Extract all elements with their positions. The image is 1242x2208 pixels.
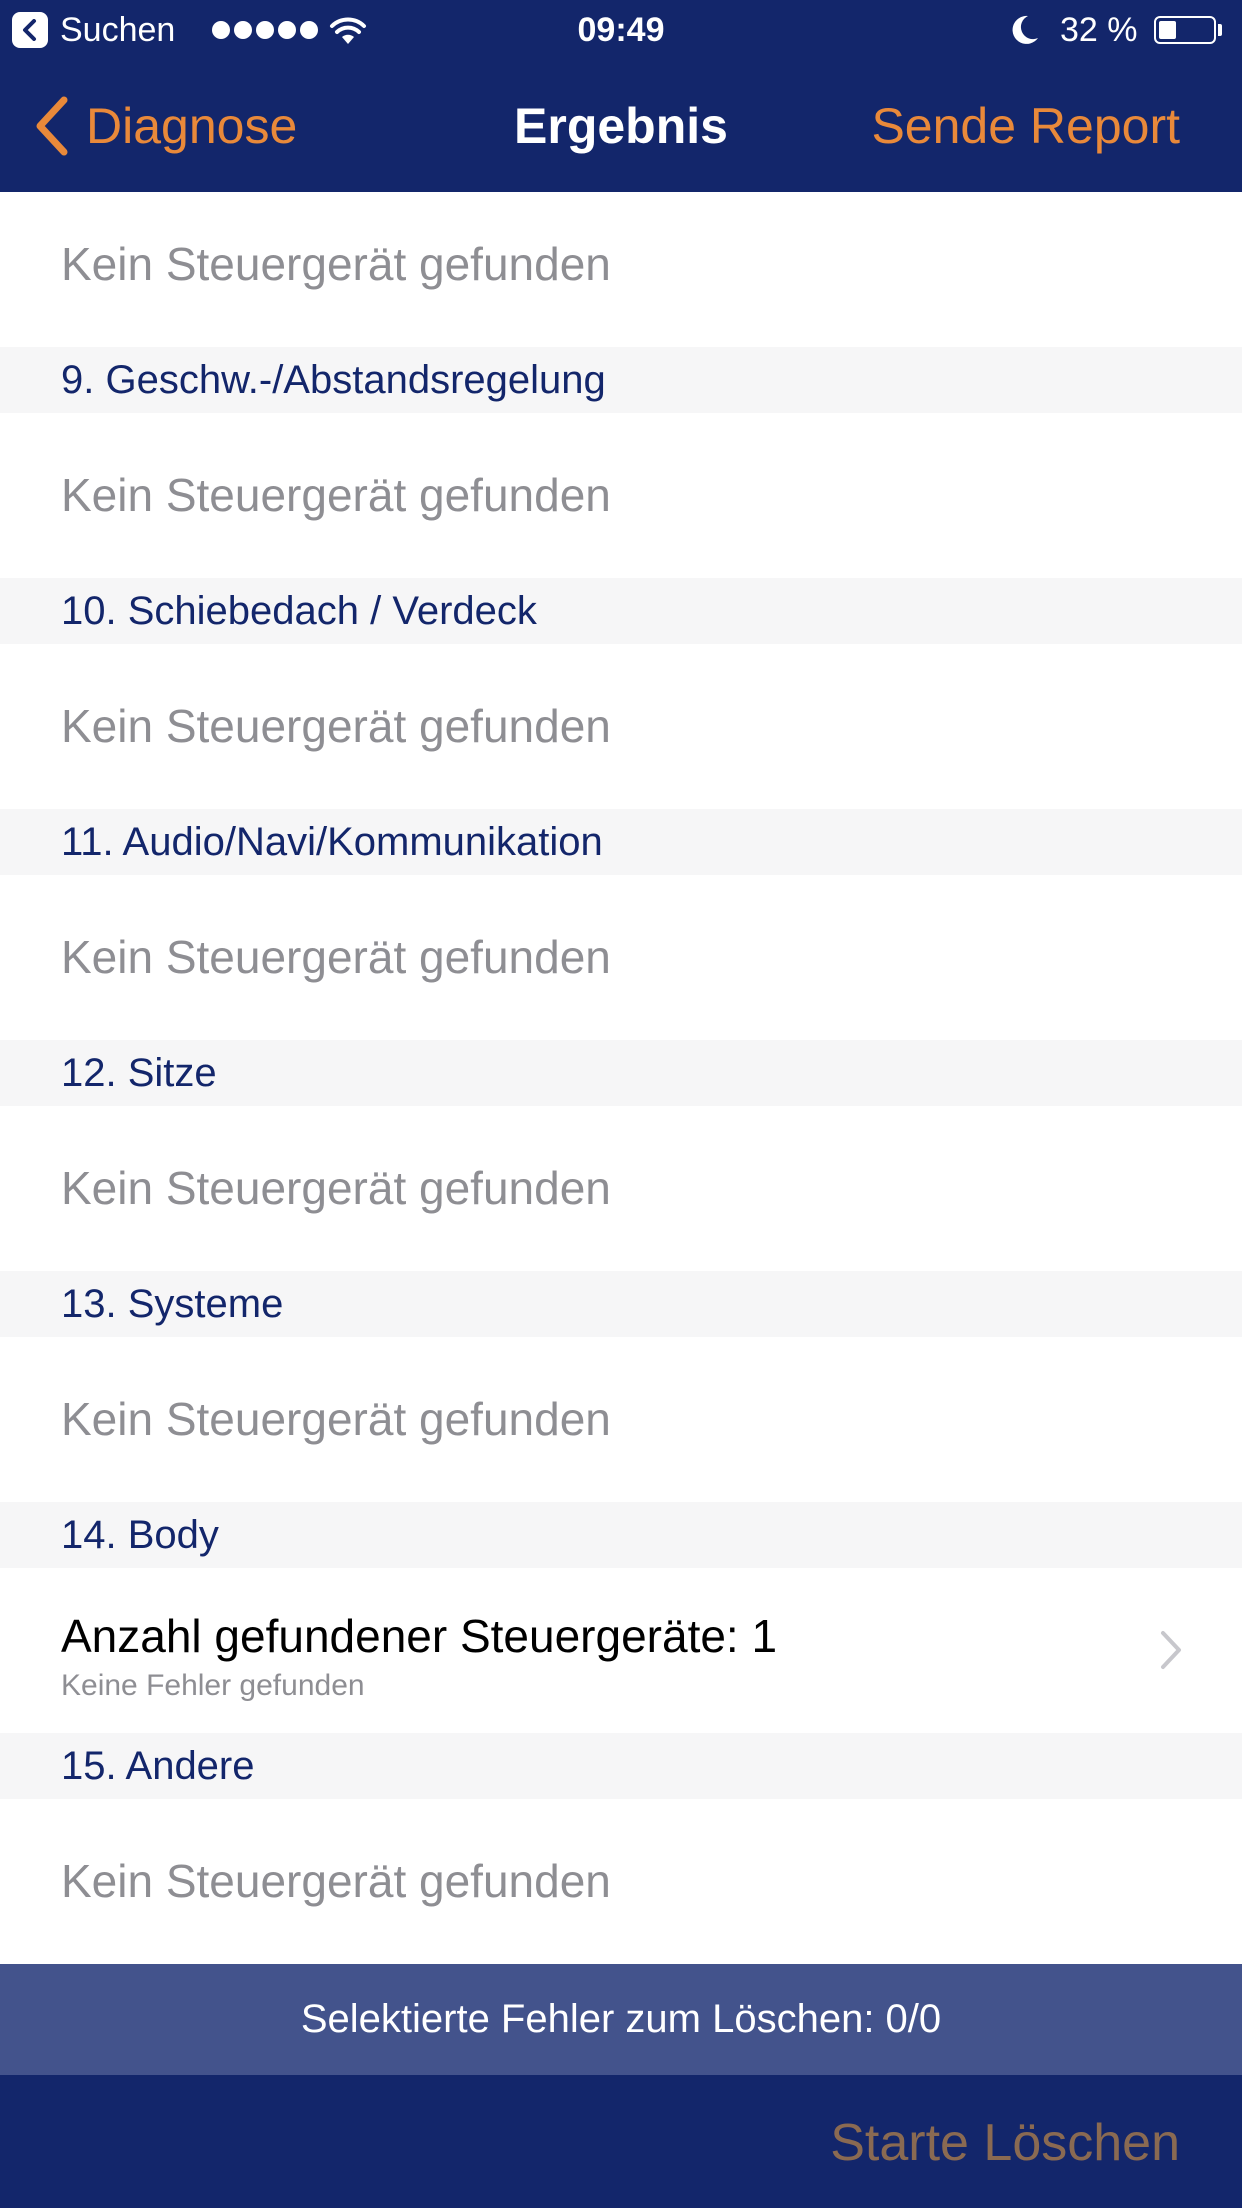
top-bar: Suchen 09:49 32 % Diagnose Ergebnis Send… <box>0 0 1242 192</box>
list-item: Kein Steuergerät gefunden <box>0 1337 1242 1502</box>
section-header: 13. Systeme <box>0 1271 1242 1337</box>
status-bar: Suchen 09:49 32 % <box>0 0 1242 60</box>
section-header: 11. Audio/Navi/Kommunikation <box>0 809 1242 875</box>
list-item[interactable]: Anzahl gefundener Steuergeräte: 1 Keine F… <box>0 1568 1242 1733</box>
no-controller-found-text: Kein Steuergerät gefunden <box>61 1393 611 1445</box>
no-controller-found-text: Kein Steuergerät gefunden <box>61 469 611 521</box>
start-delete-button[interactable]: Starte Löschen <box>830 2111 1180 2175</box>
battery-icon <box>1154 16 1216 44</box>
no-controller-found-text: Kein Steuergerät gefunden <box>61 700 611 752</box>
bottom-toolbar: Starte Löschen <box>0 2075 1242 2208</box>
navigation-bar: Diagnose Ergebnis Sende Report <box>0 60 1242 192</box>
list-item: Kein Steuergerät gefunden <box>0 413 1242 578</box>
chevron-right-icon <box>1161 1631 1181 1669</box>
result-list-content: 8. Einparkhilfe/PDCKein Steuergerät gefu… <box>0 192 1242 1964</box>
no-controller-found-text: Kein Steuergerät gefunden <box>61 931 611 983</box>
selection-status-bar: Selektierte Fehler zum Löschen: 0/0 <box>0 1964 1242 2075</box>
section-header: 10. Schiebedach / Verdeck <box>0 578 1242 644</box>
no-controller-found-text: Kein Steuergerät gefunden <box>61 1855 611 1907</box>
send-report-button[interactable]: Sende Report <box>871 96 1180 156</box>
list-item: Kein Steuergerät gefunden <box>0 1106 1242 1271</box>
section-header: 14. Body <box>0 1502 1242 1568</box>
found-controllers-count: Anzahl gefundener Steuergeräte: 1 <box>61 1610 778 1662</box>
selection-count-text: Selektierte Fehler zum Löschen: 0/0 <box>300 1997 942 2041</box>
error-status-text: Keine Fehler gefunden <box>61 1669 365 1702</box>
no-controller-found-text: Kein Steuergerät gefunden <box>61 238 611 290</box>
section-header: 12. Sitze <box>0 1040 1242 1106</box>
list-item: Kein Steuergerät gefunden <box>0 644 1242 809</box>
moon-icon <box>1012 15 1038 44</box>
list-item: Kein Steuergerät gefunden <box>0 192 1242 347</box>
list-item: Kein Steuergerät gefunden <box>0 1799 1242 1964</box>
section-header: 15. Andere <box>0 1733 1242 1799</box>
no-controller-found-text: Kein Steuergerät gefunden <box>61 1162 611 1214</box>
list-item: Kein Steuergerät gefunden <box>0 875 1242 1040</box>
result-list[interactable]: 8. Einparkhilfe/PDCKein Steuergerät gefu… <box>0 192 1242 1964</box>
section-header: 9. Geschw.-/Abstandsregelung <box>0 347 1242 413</box>
status-time: 09:49 <box>577 11 665 49</box>
battery-percent: 32 % <box>1060 11 1138 49</box>
